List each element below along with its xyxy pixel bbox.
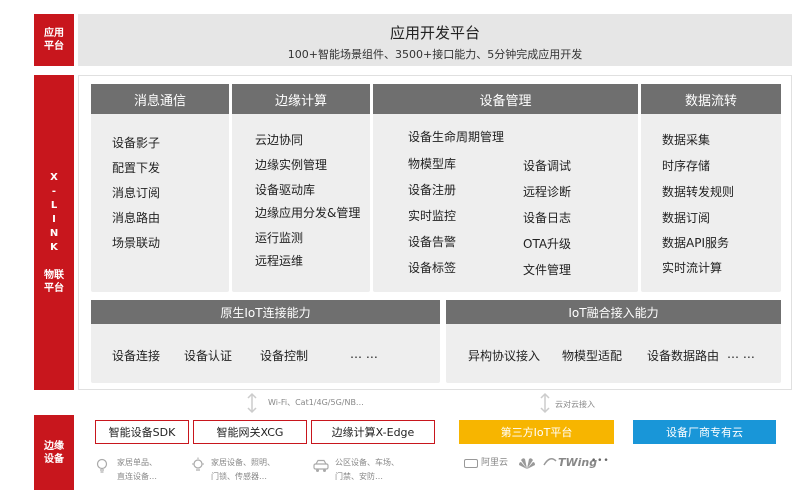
edge-item: 边缘实例管理 bbox=[255, 158, 328, 172]
device-item: 设备告警 bbox=[408, 235, 457, 249]
xlink-letter: X bbox=[50, 171, 58, 183]
fusion-iot-item: … … bbox=[727, 347, 755, 361]
messaging-item: 消息路由 bbox=[112, 211, 161, 225]
edge-item: 运行监测 bbox=[255, 231, 304, 245]
lamp-icon bbox=[192, 457, 204, 471]
twing-icon bbox=[543, 457, 557, 465]
device-header: 设备管理 bbox=[373, 84, 638, 114]
device-item: 文件管理 bbox=[523, 263, 572, 277]
gateway-box: 智能网关XCG bbox=[193, 420, 307, 444]
vendor-cloud-box: 设备厂商专有云 bbox=[633, 420, 776, 444]
data-item: 实时流计算 bbox=[662, 261, 723, 275]
native-iot-item: 设备认证 bbox=[184, 349, 233, 363]
edge-header: 边缘计算 bbox=[232, 84, 370, 114]
app-platform-label: 应用 平台 bbox=[34, 14, 74, 66]
iot-platform-label: X - LINK 物联 平台 bbox=[34, 75, 74, 390]
xedge-desc-line: 门禁、安防… bbox=[335, 472, 383, 481]
data-item: 数据采集 bbox=[662, 133, 711, 147]
messaging-item: 配置下发 bbox=[112, 161, 161, 175]
device-item: 设备标签 bbox=[408, 261, 457, 275]
more-clouds-dots: • • • bbox=[591, 456, 609, 466]
data-item: 时序存储 bbox=[662, 159, 711, 173]
xlink-vertical-text: X - LINK bbox=[50, 171, 58, 255]
xlink-letter: - bbox=[51, 185, 57, 197]
edge-item: 云边协同 bbox=[255, 133, 304, 147]
lightbulb-icon bbox=[96, 458, 108, 473]
messaging-item: 场景联动 bbox=[112, 236, 161, 250]
car-icon bbox=[313, 459, 329, 472]
twing-logo: TWing bbox=[543, 456, 597, 469]
xedge-desc-line: 公区设备、车场、 bbox=[335, 458, 399, 467]
fusion-iot-header: IoT融合接入能力 bbox=[446, 300, 781, 324]
native-iot-item: 设备控制 bbox=[260, 349, 309, 363]
edge-item: 设备驱动库 bbox=[255, 183, 316, 197]
messaging-header: 消息通信 bbox=[91, 84, 229, 114]
device-item-lifecycle: 设备生命周期管理 bbox=[408, 130, 505, 144]
device-item: 物模型库 bbox=[408, 157, 457, 171]
device-item: 设备注册 bbox=[408, 183, 457, 197]
fusion-iot-item: 物模型适配 bbox=[562, 349, 623, 363]
app-dev-platform-subtitle: 100+智能场景组件、3500+接口能力、5分钟完成应用开发 bbox=[287, 48, 583, 61]
edge-device-label: 边缘 设备 bbox=[34, 415, 74, 490]
xedge-box: 边缘计算X-Edge bbox=[311, 420, 435, 444]
messaging-item: 设备影子 bbox=[112, 136, 161, 150]
sdk-desc-line: 家居单品、 bbox=[117, 458, 157, 467]
gateway-desc-line: 家居设备、照明、 bbox=[211, 458, 275, 467]
edge-item: 边缘应用分发&管理 bbox=[255, 206, 361, 220]
connector-left-text: Wi-Fi、Cat1/4G/5G/NB… bbox=[268, 398, 364, 407]
native-iot-item: … … bbox=[350, 347, 378, 361]
device-item: 设备调试 bbox=[523, 159, 572, 173]
gateway-desc-line: 门锁、传感器… bbox=[211, 472, 267, 481]
huawei-cloud-logo bbox=[518, 455, 536, 474]
device-item: 设备日志 bbox=[523, 211, 572, 225]
iot-platform-text: 物联 平台 bbox=[44, 269, 64, 294]
data-header: 数据流转 bbox=[641, 84, 781, 114]
aliyun-logo: 阿里云 bbox=[464, 458, 508, 469]
native-iot-header: 原生IoT连接能力 bbox=[91, 300, 440, 324]
connector-arrow-left bbox=[247, 392, 257, 414]
xlink-letter: N bbox=[49, 227, 59, 239]
connector-arrow-right bbox=[540, 392, 550, 414]
aliyun-text: 阿里云 bbox=[481, 458, 509, 468]
device-item: 实时监控 bbox=[408, 209, 457, 223]
fusion-iot-item: 异构协议接入 bbox=[468, 349, 541, 363]
fusion-iot-item: 设备数据路由 bbox=[647, 349, 720, 363]
native-iot-item: 设备连接 bbox=[112, 349, 161, 363]
data-item: 数据转发规则 bbox=[662, 185, 735, 199]
edge-item: 远程运维 bbox=[255, 254, 304, 268]
sdk-box: 智能设备SDK bbox=[95, 420, 189, 444]
device-item: 远程诊断 bbox=[523, 185, 572, 199]
third-party-iot-box: 第三方IoT平台 bbox=[459, 420, 614, 444]
app-dev-platform-title: 应用开发平台 bbox=[389, 24, 480, 42]
connector-right-text: 云对云接入 bbox=[555, 400, 595, 409]
messaging-item: 消息订阅 bbox=[112, 186, 161, 200]
data-item: 数据订阅 bbox=[662, 211, 711, 225]
aliyun-icon bbox=[464, 459, 478, 468]
data-item: 数据API服务 bbox=[662, 236, 729, 250]
device-item: OTA升级 bbox=[523, 237, 572, 251]
sdk-desc-line: 直连设备… bbox=[117, 472, 157, 481]
xlink-letter: K bbox=[50, 241, 58, 253]
huawei-icon bbox=[519, 458, 535, 469]
xlink-letter: L bbox=[50, 199, 58, 211]
app-dev-platform-banner: 应用开发平台 100+智能场景组件、3500+接口能力、5分钟完成应用开发 bbox=[78, 14, 792, 66]
xlink-letter: I bbox=[52, 213, 56, 225]
